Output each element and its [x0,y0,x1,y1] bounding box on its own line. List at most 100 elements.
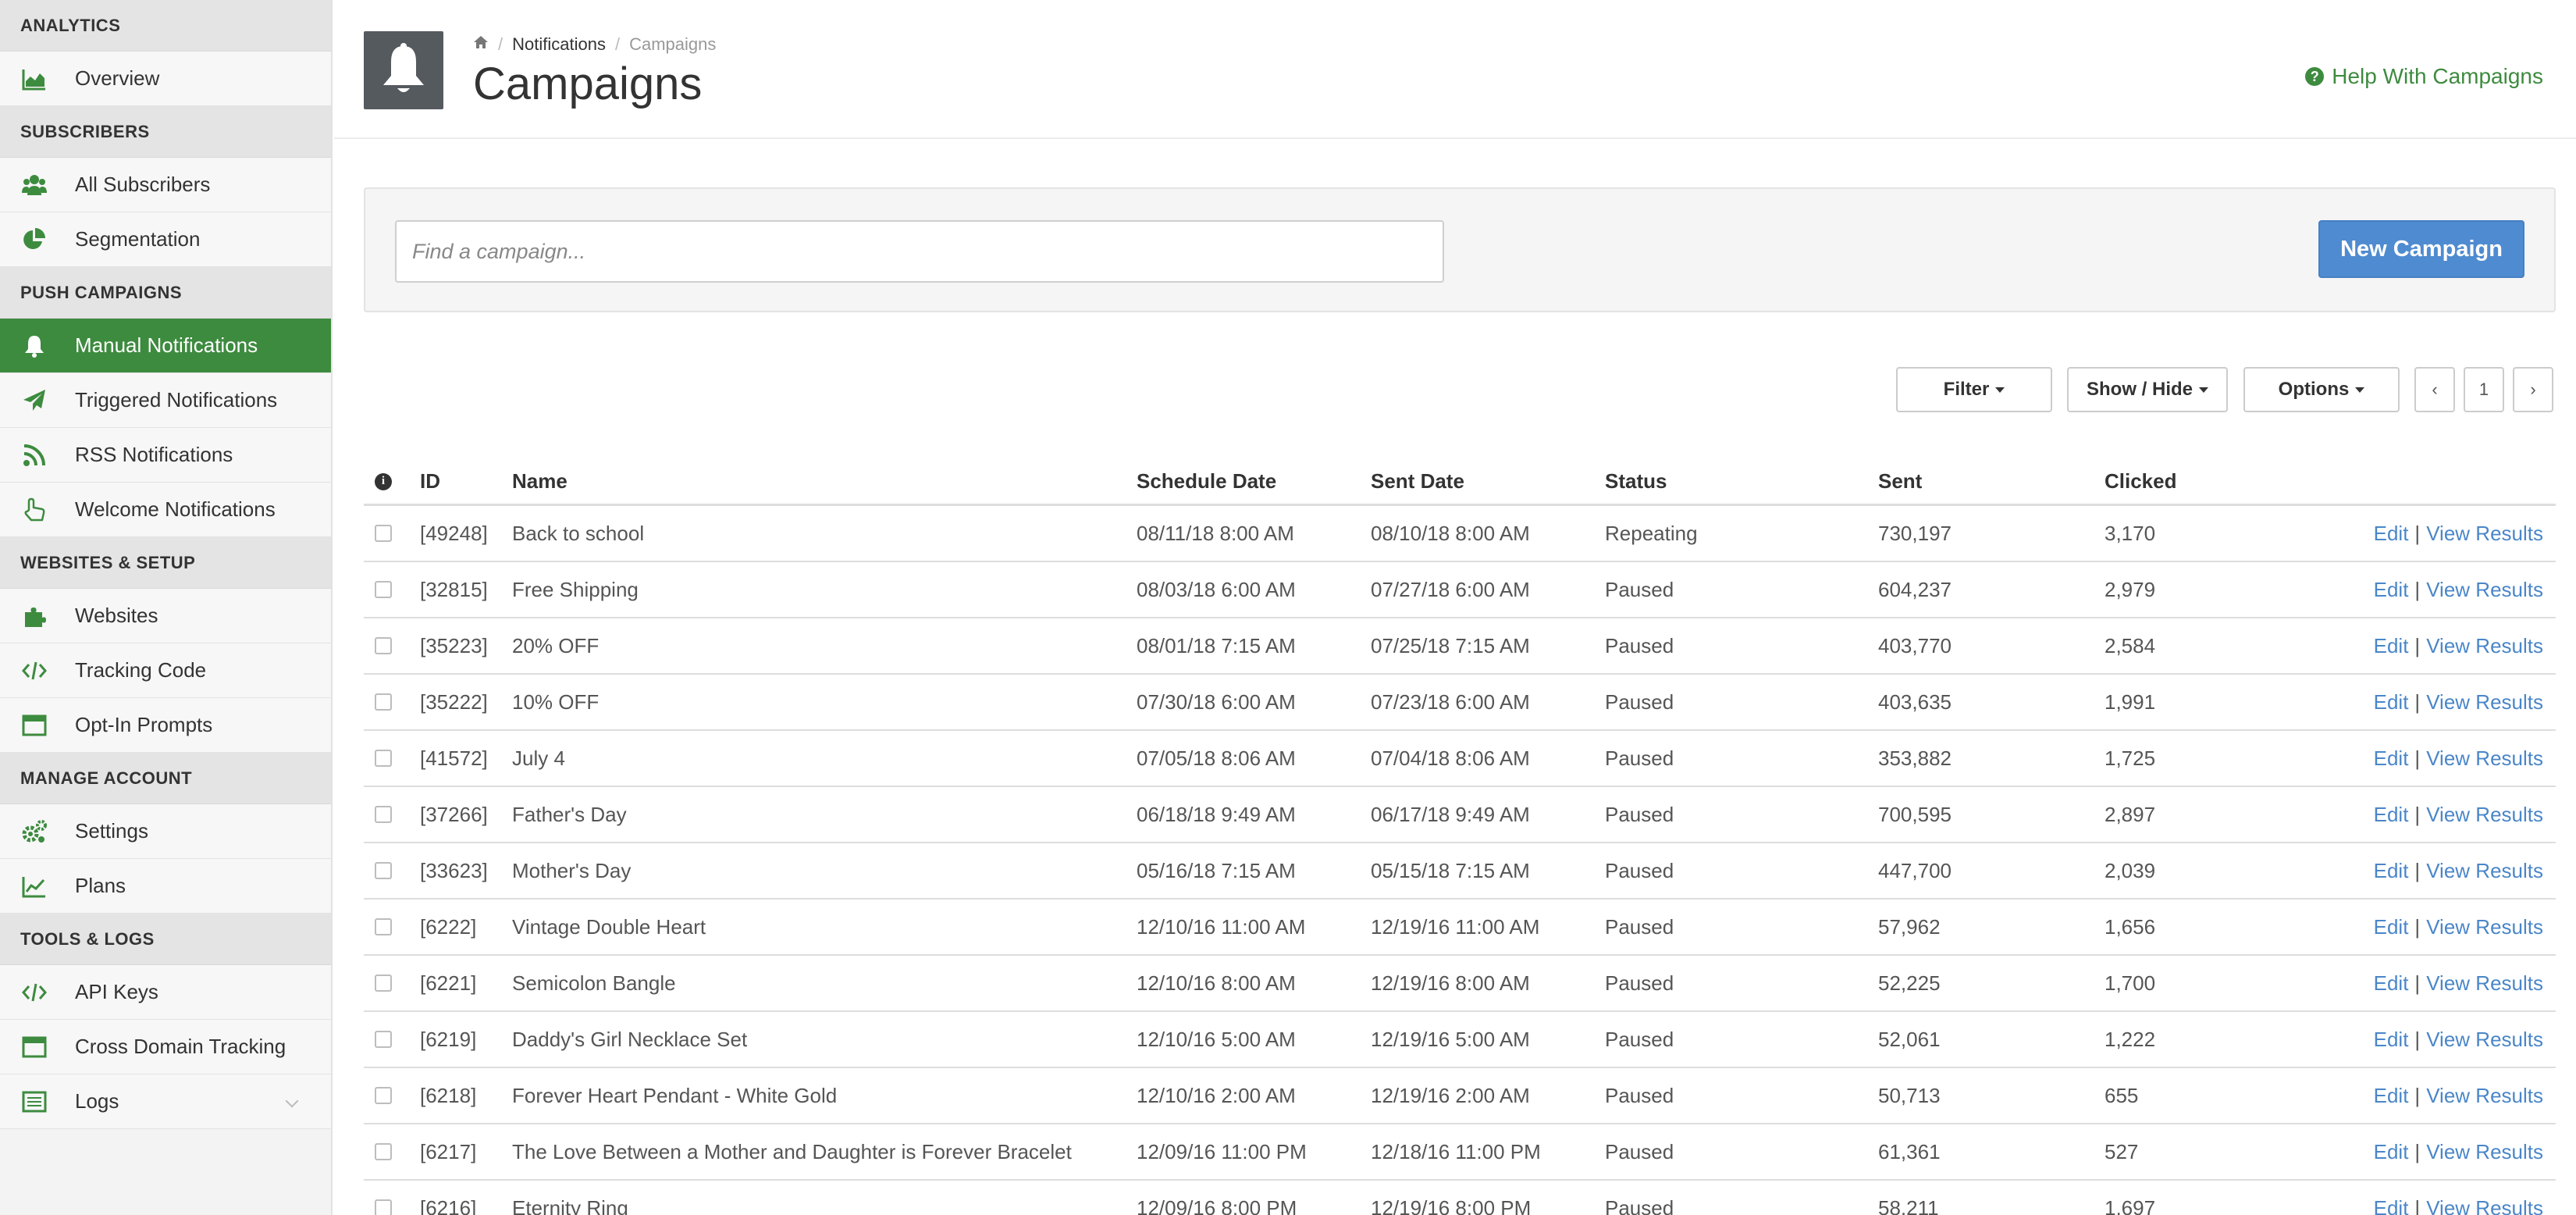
pagination-prev-button[interactable]: ‹ [2414,367,2455,412]
view-results-link[interactable]: View Results [2426,1084,2543,1108]
edit-link[interactable]: Edit [2374,971,2409,996]
campaign-name: 20% OFF [512,633,600,657]
sidebar-item-segmentation[interactable]: Segmentation [0,212,331,267]
row-checkbox[interactable] [375,693,392,711]
view-results-link[interactable]: View Results [2426,859,2543,883]
sidebar-section-tools-logs: TOOLS & LOGS [0,914,331,965]
campaign-status: Paused [1605,1027,1674,1051]
options-button-label: Options [2278,379,2350,400]
sent-count: 604,237 [1878,577,1952,601]
edit-link[interactable]: Edit [2374,1028,2409,1052]
sidebar-item-tracking-code[interactable]: Tracking Code [0,643,331,698]
sidebar-item-rss-notifications[interactable]: RSS Notifications [0,428,331,483]
sidebar-item-all-subscribers[interactable]: All Subscribers [0,158,331,212]
edit-link[interactable]: Edit [2374,746,2409,771]
sent-date: 12/19/16 8:00 PM [1371,1195,1532,1215]
row-actions: Edit | View Results [2374,562,2543,617]
view-results-link[interactable]: View Results [2426,578,2543,602]
page-title: Campaigns [473,59,703,109]
sidebar-item-logs[interactable]: Logs [0,1074,331,1129]
edit-link[interactable]: Edit [2374,859,2409,883]
action-separator: | [2414,577,2421,601]
view-results-link[interactable]: View Results [2426,1196,2543,1215]
row-checkbox[interactable] [375,581,392,598]
row-checkbox[interactable] [375,1031,392,1048]
column-header-clicked[interactable]: Clicked [2105,453,2177,504]
help-link[interactable]: ? Help With Campaigns [2305,64,2543,89]
sidebar-item-label: API Keys [75,980,158,1003]
chevron-down-icon[interactable] [285,1094,299,1108]
pagination-next-button[interactable]: › [2513,367,2553,412]
view-results-link[interactable]: View Results [2426,803,2543,827]
options-button[interactable]: Options [2243,367,2400,412]
sent-date: 07/23/18 6:00 AM [1371,689,1530,714]
view-results-link[interactable]: View Results [2426,634,2543,658]
breadcrumb-notifications[interactable]: Notifications [512,34,606,55]
edit-link[interactable]: Edit [2374,634,2409,658]
info-icon[interactable]: i [375,472,392,490]
sidebar-item-label: RSS Notifications [75,443,233,466]
row-checkbox[interactable] [375,1087,392,1104]
row-checkbox[interactable] [375,806,392,823]
row-checkbox[interactable] [375,974,392,992]
row-checkbox[interactable] [375,1143,392,1160]
row-checkbox[interactable] [375,1199,392,1215]
paper-plane-icon [20,387,48,415]
row-checkbox[interactable] [375,862,392,879]
edit-link[interactable]: Edit [2374,690,2409,714]
view-results-link[interactable]: View Results [2426,690,2543,714]
campaign-status: Paused [1605,858,1674,882]
view-results-link[interactable]: View Results [2426,971,2543,996]
new-campaign-button[interactable]: New Campaign [2318,220,2524,278]
edit-link[interactable]: Edit [2374,915,2409,939]
help-link-label: Help With Campaigns [2332,64,2543,88]
edit-link[interactable]: Edit [2374,1084,2409,1108]
schedule-date: 08/11/18 8:00 AM [1137,521,1294,545]
sidebar-item-settings[interactable]: Settings [0,804,331,859]
campaign-status: Paused [1605,1139,1674,1163]
campaign-name: 10% OFF [512,689,600,714]
sidebar-item-api-keys[interactable]: API Keys [0,965,331,1020]
edit-link[interactable]: Edit [2374,578,2409,602]
row-checkbox[interactable] [375,525,392,542]
action-separator: | [2414,1139,2421,1163]
column-header-sent-date[interactable]: Sent Date [1371,453,1464,504]
row-checkbox[interactable] [375,750,392,767]
sidebar-item-websites[interactable]: Websites [0,589,331,643]
edit-link[interactable]: Edit [2374,522,2409,546]
pie-chart-icon [20,226,48,254]
table-row: [6221] Semicolon Bangle 12/10/16 8:00 AM 12… [364,956,2556,1012]
edit-link[interactable]: Edit [2374,1196,2409,1215]
sent-count: 61,361 [1878,1139,1941,1163]
column-header-status[interactable]: Status [1605,453,1667,504]
sidebar-item-label: All Subscribers [75,173,211,196]
sidebar-item-triggered-notifications[interactable]: Triggered Notifications [0,373,331,428]
row-checkbox[interactable] [375,637,392,654]
campaign-name: The Love Between a Mother and Daughter i… [512,1139,1072,1163]
row-checkbox[interactable] [375,918,392,935]
view-results-link[interactable]: View Results [2426,1028,2543,1052]
sidebar-item-cross-domain-tracking[interactable]: Cross Domain Tracking [0,1020,331,1074]
search-input[interactable] [395,220,1444,283]
edit-link[interactable]: Edit [2374,1140,2409,1164]
column-header-id[interactable]: ID [420,453,440,504]
sidebar-item-opt-in-prompts[interactable]: Opt-In Prompts [0,698,331,753]
edit-link[interactable]: Edit [2374,803,2409,827]
sidebar-item-overview[interactable]: Overview [0,52,331,106]
filter-button[interactable]: Filter [1896,367,2052,412]
column-header-sent[interactable]: Sent [1878,453,1922,504]
sidebar-item-manual-notifications[interactable]: Manual Notifications [0,319,331,373]
pagination-page-button[interactable]: 1 [2464,367,2504,412]
sidebar-item-welcome-notifications[interactable]: Welcome Notifications [0,483,331,537]
view-results-link[interactable]: View Results [2426,915,2543,939]
sidebar-item-plans[interactable]: Plans [0,859,331,914]
view-results-link[interactable]: View Results [2426,1140,2543,1164]
clicked-count: 1,725 [2105,746,2156,770]
row-checkbox-cell [375,956,392,1010]
home-icon[interactable] [473,34,489,55]
show-hide-button[interactable]: Show / Hide [2067,367,2228,412]
column-header-name[interactable]: Name [512,453,568,504]
view-results-link[interactable]: View Results [2426,522,2543,546]
column-header-schedule-date[interactable]: Schedule Date [1137,453,1276,504]
view-results-link[interactable]: View Results [2426,746,2543,771]
